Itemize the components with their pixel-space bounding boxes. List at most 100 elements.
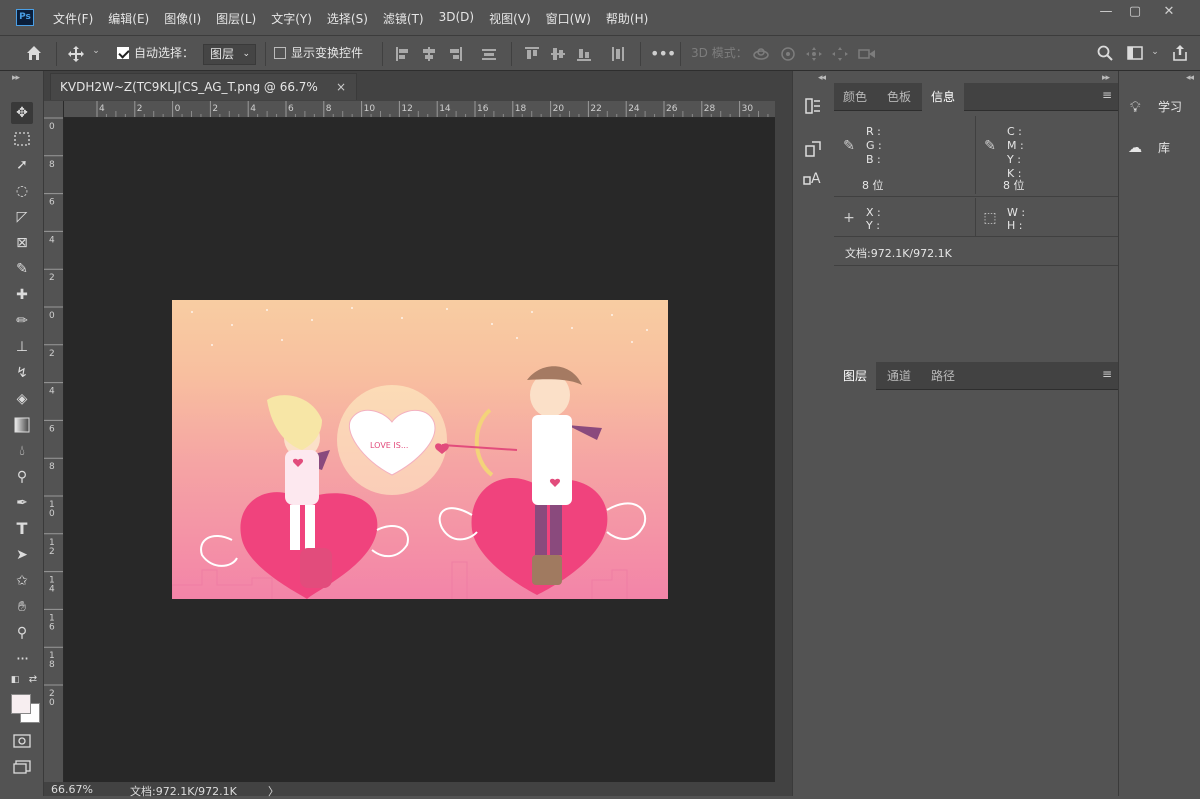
move-tool-icon[interactable] [66, 45, 86, 63]
info-y-coord-label: Y : [866, 219, 880, 232]
menu-filter[interactable]: 滤镜(T) [383, 10, 424, 27]
3d-pan-icon[interactable] [805, 46, 823, 66]
align-hcenter-icon[interactable] [421, 46, 437, 66]
menu-3d[interactable]: 3D(D) [439, 10, 474, 27]
ruler-label: 30 [742, 104, 754, 114]
home-icon[interactable] [24, 44, 44, 64]
path-selection-tool-icon[interactable]: ➤ [11, 544, 33, 566]
tab-swatches[interactable]: 色板 [878, 83, 920, 111]
marquee-tool-icon[interactable] [11, 128, 33, 150]
history-brush-tool-icon[interactable]: ↯ [11, 362, 33, 384]
character-panel-icon[interactable]: A [803, 168, 823, 188]
edit-toolbar-icon[interactable]: ··· [11, 648, 33, 670]
brush-presets-icon[interactable] [803, 140, 823, 160]
menu-help[interactable]: 帮助(H) [606, 10, 648, 27]
type-tool-icon[interactable]: T [11, 518, 33, 540]
library-panel-button[interactable]: ☁ 库 [1122, 131, 1198, 165]
layers-panel-menu-icon[interactable]: ≡ [1102, 367, 1112, 381]
tool-preset-chevron-icon[interactable]: ⌄ [90, 46, 102, 56]
menu-image[interactable]: 图像(I) [164, 10, 201, 27]
menu-type[interactable]: 文字(Y) [271, 10, 312, 27]
tab-paths[interactable]: 路径 [922, 362, 964, 390]
align-left-icon[interactable] [395, 46, 411, 66]
workspace-chevron-icon[interactable]: ⌄ [1149, 47, 1161, 57]
custom-shape-tool-icon[interactable]: ✩ [11, 570, 33, 592]
ruler-label: 10 [364, 104, 376, 114]
menu-layer[interactable]: 图层(L) [216, 10, 256, 27]
frame-tool-icon[interactable]: ⊠ [11, 232, 33, 254]
tab-color[interactable]: 颜色 [834, 83, 876, 111]
distribute-horizontal-icon[interactable] [610, 46, 626, 66]
learn-collapse-icon[interactable]: ◂◂ [1186, 73, 1194, 83]
show-transform-option[interactable]: 显示变换控件 [274, 36, 363, 71]
tab-info[interactable]: 信息 [922, 83, 965, 111]
tools-collapse-icon[interactable]: ▸▸ [12, 73, 20, 83]
tab-layers[interactable]: 图层 [834, 362, 877, 390]
menu-edit[interactable]: 编辑(E) [108, 10, 149, 27]
restore-button[interactable]: ▢ [1121, 4, 1149, 22]
distribute-vertical-icon[interactable] [481, 46, 497, 66]
align-right-icon[interactable] [447, 46, 463, 66]
dock-collapse-icon[interactable]: ◂◂ [818, 73, 826, 83]
align-vcenter-icon[interactable] [550, 46, 566, 66]
3d-orbit-icon[interactable] [752, 46, 770, 66]
layers-panel[interactable] [834, 391, 1118, 796]
3d-slide-icon[interactable] [831, 46, 849, 66]
crop-tool-icon[interactable]: ◸ [11, 206, 33, 228]
hand-tool-icon[interactable]: ✋︎ [11, 596, 33, 618]
healing-brush-tool-icon[interactable]: ✚ [11, 284, 33, 306]
brush-tool-icon[interactable]: ✏ [11, 310, 33, 332]
auto-select-target-dropdown[interactable]: 图层 ⌄ [203, 44, 256, 65]
align-bottom-icon[interactable] [576, 46, 592, 66]
eyedropper-cmyk-icon: ✎ [984, 138, 996, 154]
vertical-ruler[interactable]: 0864202468101214161820 [44, 101, 64, 782]
history-panel-icon[interactable] [803, 97, 823, 117]
more-options-icon[interactable]: ••• [650, 44, 676, 63]
close-document-icon[interactable]: × [336, 74, 346, 101]
foreground-color-swatch[interactable] [11, 694, 31, 714]
document-tab[interactable]: KVDH2W~Z(TC9KLJ[CS_AG_T.png @ 66.7%(RGB/… [50, 73, 357, 121]
zoom-level[interactable]: 66.67% [51, 783, 93, 796]
screen-mode-icon[interactable] [11, 756, 33, 778]
move-tool-icon[interactable]: ✥ [11, 102, 33, 124]
info-g-label: G : [866, 139, 882, 152]
eraser-tool-icon[interactable]: ◈ [11, 388, 33, 410]
ruler-label: 8 [326, 104, 332, 114]
panel-menu-icon[interactable]: ≡ [1102, 88, 1112, 102]
clone-stamp-tool-icon[interactable]: ⊥ [11, 336, 33, 358]
swap-colors-icon[interactable]: ⇄ [27, 674, 39, 686]
quick-mask-icon[interactable] [11, 730, 33, 752]
gradient-tool-icon[interactable] [11, 414, 33, 436]
menu-view[interactable]: 视图(V) [489, 10, 531, 27]
menu-select[interactable]: 选择(S) [327, 10, 368, 27]
quick-select-tool-icon[interactable]: ◌ [11, 180, 33, 202]
document-size-status[interactable]: 文档:972.1K/972.1K [130, 783, 237, 799]
blur-tool-icon[interactable]: 💧︎ [11, 440, 33, 462]
pen-tool-icon[interactable]: ✒ [11, 492, 33, 514]
menu-window[interactable]: 窗口(W) [546, 10, 591, 27]
workspace-icon[interactable] [1126, 46, 1144, 64]
minimize-button[interactable]: — [1092, 4, 1120, 22]
3d-scale-camera-icon[interactable] [857, 46, 877, 66]
3d-roll-icon[interactable] [779, 46, 797, 66]
align-top-icon[interactable] [524, 46, 540, 66]
share-icon[interactable] [1171, 44, 1189, 66]
close-window-button[interactable]: ✕ [1155, 4, 1183, 22]
menu-file[interactable]: 文件(F) [53, 10, 93, 27]
search-icon[interactable] [1096, 45, 1114, 65]
vertical-scrollbar[interactable] [775, 101, 792, 782]
show-transform-checkbox[interactable] [274, 47, 286, 59]
auto-select-checkbox[interactable] [117, 47, 129, 59]
eyedropper-tool-icon[interactable]: ✎ [11, 258, 33, 280]
zoom-tool-icon[interactable]: ⚲ [11, 622, 33, 644]
tab-channels[interactable]: 通道 [878, 362, 920, 390]
dodge-tool-icon[interactable]: ⚲ [11, 466, 33, 488]
lasso-tool-icon[interactable]: ➚ [11, 154, 33, 176]
document-image[interactable]: LOVE IS... [172, 300, 668, 599]
status-menu-arrow[interactable]: 〉 [268, 783, 279, 799]
horizontal-ruler[interactable]: 4 2 0 2 4 6 8 10 12 14 16 18 20 22 24 26 28 30 [64, 101, 775, 118]
panels-collapse-icon[interactable]: ▸▸ [1102, 73, 1110, 83]
learn-panel-button[interactable]: 💡︎ 学习 [1122, 90, 1198, 124]
auto-select-option[interactable]: 自动选择： [117, 36, 194, 71]
default-colors-icon[interactable]: ◧ [9, 674, 21, 686]
